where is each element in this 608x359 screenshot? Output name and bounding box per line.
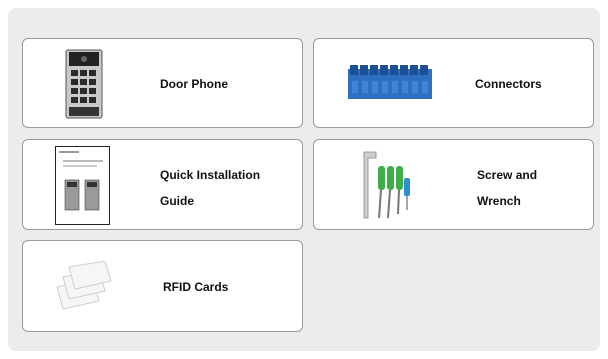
item-card-screw-and-wrench: Screw and Wrench bbox=[313, 139, 594, 230]
item-label-rfid-cards: RFID Cards bbox=[163, 274, 228, 300]
item-label-line: Door Phone bbox=[160, 77, 228, 91]
item-card-connectors: Connectors bbox=[313, 38, 594, 128]
item-card-door-phone: Door Phone bbox=[22, 38, 303, 128]
rfid-cards-image bbox=[53, 260, 115, 315]
package-contents-panel: Door Phone Connectors Quick Installation… bbox=[8, 8, 600, 351]
item-card-quick-installation-guide: Quick Installation Guide bbox=[22, 139, 303, 230]
item-label-connectors: Connectors bbox=[475, 71, 542, 97]
item-label-screw-and-wrench: Screw and Wrench bbox=[477, 162, 537, 214]
item-card-rfid-cards: RFID Cards bbox=[22, 240, 303, 332]
item-label-line: RFID Cards bbox=[163, 280, 229, 294]
item-label-line: Guide bbox=[160, 194, 195, 208]
quick-installation-guide-image bbox=[55, 146, 110, 225]
item-label-quick-installation-guide: Quick Installation Guide bbox=[160, 162, 260, 214]
item-label-door-phone: Door Phone bbox=[160, 71, 228, 97]
connectors-image bbox=[348, 63, 432, 103]
item-label-line: Quick Installation bbox=[160, 168, 261, 182]
item-label-line: Wrench bbox=[477, 194, 521, 208]
screw-and-wrench-image bbox=[358, 148, 416, 224]
item-label-line: Connectors bbox=[475, 77, 542, 91]
item-label-line: Screw and bbox=[477, 168, 538, 182]
door-phone-image bbox=[65, 49, 103, 119]
